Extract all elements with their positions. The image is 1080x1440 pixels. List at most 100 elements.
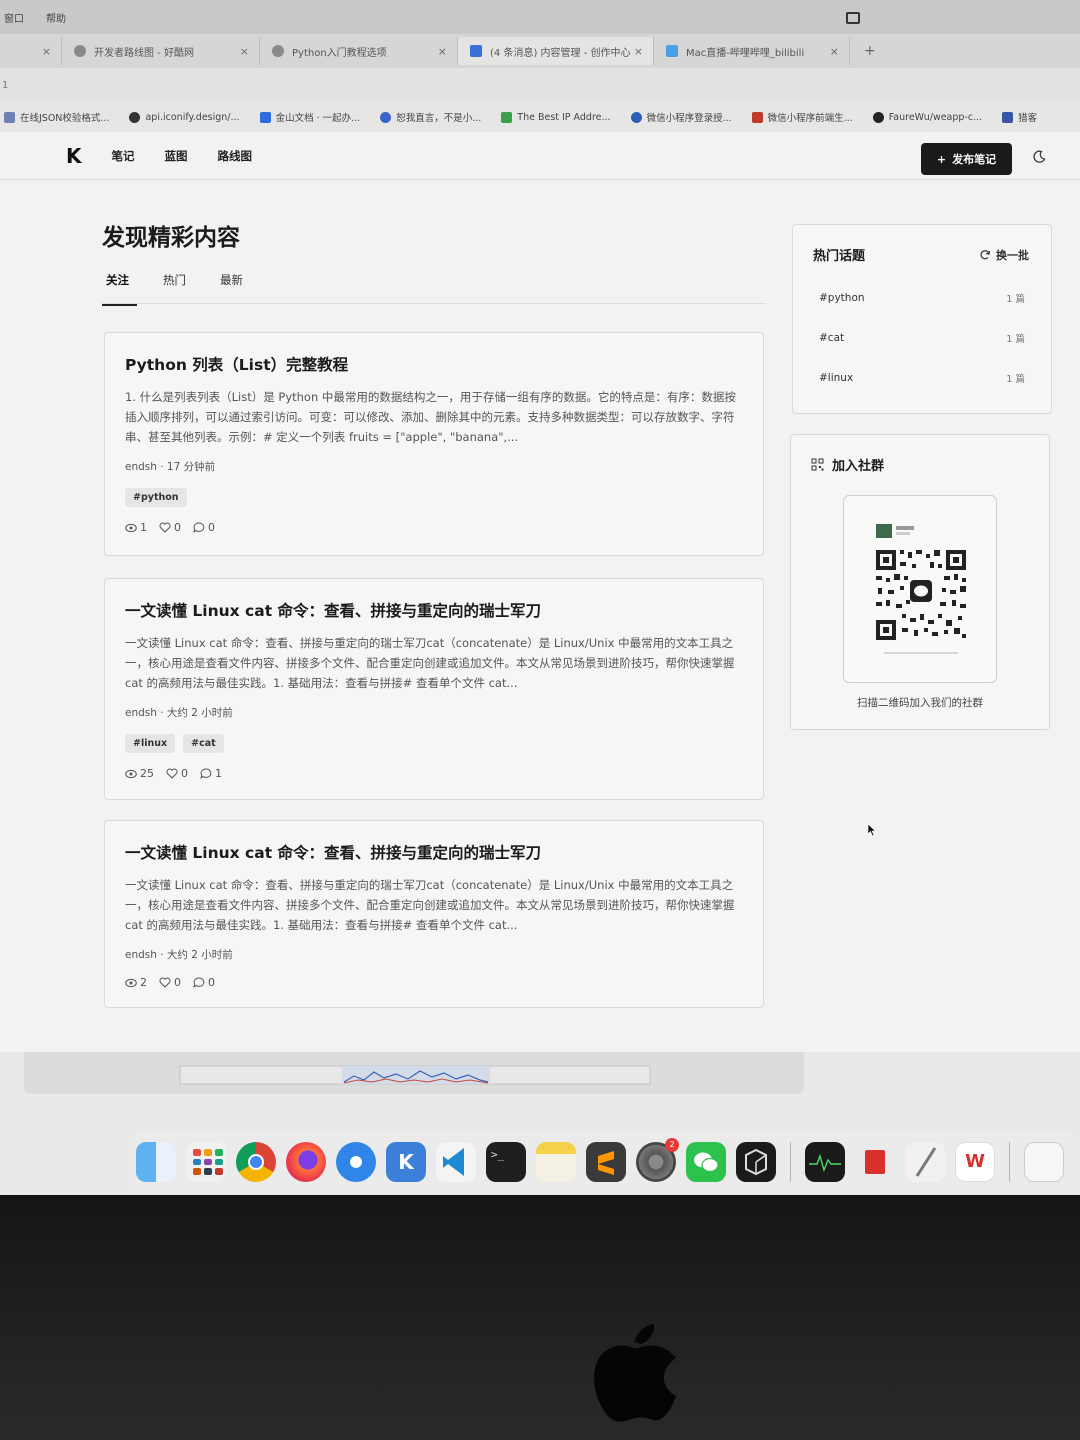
post-time: 大约 2 小时前 [166,707,233,719]
firefox-icon[interactable] [286,1142,326,1182]
wps-icon[interactable]: W [955,1142,995,1182]
post-card[interactable]: 一文读懂 Linux cat 命令：查看、拼接与重定向的瑞士军刀 一文读懂 Li… [104,820,764,1008]
tag-chip[interactable]: #python [125,488,187,507]
system-settings-icon[interactable]: 2 [636,1138,679,1182]
tab-bilibili[interactable]: Mac直播-哔哩哔哩_bilibili × [654,37,850,65]
topic-item[interactable]: #cat 1 篇 [793,318,1051,358]
comments-stat[interactable]: 1 [200,767,222,780]
post-author[interactable]: endsh [125,707,157,719]
tab-pinned[interactable]: × [0,37,62,65]
hot-topics-panel: 热门话题 换一批 #python 1 篇 #cat 1 篇 #linux 1 篇 [792,224,1052,414]
app-red-icon[interactable] [855,1142,895,1182]
tag-chip[interactable]: #cat [183,734,224,753]
tab-latest[interactable]: 最新 [220,272,243,304]
likes-stat[interactable]: 0 [159,976,181,989]
post-author[interactable]: endsh [125,949,157,961]
post-excerpt: 1. 什么是列表列表（List）是 Python 中最常用的数据结构之一，用于存… [125,390,736,444]
document-icon[interactable] [1024,1142,1064,1182]
heart-icon [166,768,178,779]
launchpad-icon[interactable] [186,1142,226,1182]
likes-stat[interactable]: 0 [166,767,188,780]
mouse-cursor-icon [867,823,877,837]
views-stat: 25 [125,767,154,780]
close-icon[interactable]: × [830,45,839,58]
menu-help[interactable]: 帮助 [46,10,66,25]
bookmark-icon [630,111,642,123]
bookmark-item[interactable]: 恕我直言，不是小... [380,110,481,124]
likes-count: 0 [174,976,181,989]
menu-window[interactable]: 窗口 [4,10,24,25]
topic-item[interactable]: #linux 1 篇 [793,358,1051,398]
nav-notes[interactable]: 笔记 [112,148,135,164]
bookmark-label: 微信小程序前端生... [767,113,853,124]
bookmark-item[interactable]: 微信小程序登录授... [630,110,732,124]
notification-badge: 2 [665,1138,679,1152]
new-tab-button[interactable]: + [864,43,876,59]
likes-stat[interactable]: 0 [159,521,181,534]
globe-icon [74,45,86,57]
bookmark-item[interactable]: 金山文档 · 一起办... [259,110,360,124]
terminal-icon[interactable]: >_ [486,1142,526,1182]
bookmark-label: 微信小程序登录授... [646,113,732,124]
post-title[interactable]: 一文读懂 Linux cat 命令：查看、拼接与重定向的瑞士军刀 [125,841,743,863]
post-stats: 1 0 0 [125,521,743,534]
publish-note-button[interactable]: + 发布笔记 [921,143,1012,175]
background-chart-thumbnail [179,1065,651,1085]
topic-item[interactable]: #python 1 篇 [793,278,1051,318]
tab-python[interactable]: Python入门教程选项 × [260,37,458,65]
post-title[interactable]: 一文读懂 Linux cat 命令：查看、拼接与重定向的瑞士军刀 [125,599,743,621]
close-icon[interactable]: × [42,45,51,58]
notes-icon[interactable] [536,1142,576,1182]
menubar-status-icon[interactable] [846,12,860,24]
close-icon[interactable]: × [438,45,447,58]
publish-label: 发布笔记 [952,153,997,166]
tab-following[interactable]: 关注 [102,272,137,306]
bookmark-item[interactable]: 在线JSON校验格式... [4,110,109,124]
textedit-icon[interactable] [905,1142,945,1182]
post-tags: #python [125,488,743,507]
cursor-app-icon[interactable] [736,1142,776,1182]
tab-csdn[interactable]: (4 条消息) 内容管理 - 创作中心 × [458,37,654,65]
moon-icon[interactable] [1032,150,1046,164]
bookmark-item[interactable]: api.iconify.design/... [129,111,240,123]
qr-code-image [876,524,966,654]
finder-icon[interactable] [136,1142,176,1182]
site-logo[interactable]: K [66,144,82,168]
nav-blueprint[interactable]: 蓝图 [165,148,188,164]
bookmark-item[interactable]: The Best IP Addre... [501,111,611,123]
wechat-icon[interactable] [686,1142,726,1182]
bookmark-icon [259,111,271,123]
vscode-icon[interactable] [436,1142,476,1182]
bookmark-item[interactable]: 微信小程序前端生... [751,110,853,124]
comments-stat[interactable]: 0 [193,976,215,989]
comments-count: 0 [208,976,215,989]
close-icon[interactable]: × [240,45,249,58]
bilibili-icon [666,45,678,57]
post-excerpt: 一文读懂 Linux cat 命令：查看、拼接与重定向的瑞士军刀cat（conc… [125,878,735,932]
browser-tabbar: × 开发者路线图 - 好酷网 × Python入门教程选项 × (4 条消息) … [0,34,1080,68]
tab-roadmap[interactable]: 开发者路线图 - 好酷网 × [62,37,260,65]
bookmark-icon [501,111,513,123]
refresh-topics-button[interactable]: 换一批 [979,247,1029,263]
tab-hot[interactable]: 热门 [163,272,186,304]
safari-icon[interactable] [336,1142,376,1182]
bookmark-item[interactable]: 猎客 [1002,110,1037,124]
comment-icon [193,522,205,533]
chrome-icon[interactable] [236,1142,276,1182]
activity-monitor-icon[interactable] [805,1142,845,1182]
k-app-icon[interactable]: K [386,1142,426,1182]
address-bar[interactable]: 1 [0,68,1080,102]
comments-stat[interactable]: 0 [193,521,215,534]
bookmark-item[interactable]: FaureWu/weapp-c... [872,111,982,123]
post-stats: 2 0 0 [125,976,743,989]
post-card[interactable]: Python 列表（List）完整教程 1. 什么是列表列表（List）是 Py… [104,332,764,556]
post-card[interactable]: 一文读懂 Linux cat 命令：查看、拼接与重定向的瑞士军刀 一文读懂 Li… [104,578,764,800]
topic-count: 1 篇 [1006,334,1025,345]
post-author[interactable]: endsh [125,461,157,473]
nav-roadmap[interactable]: 路线图 [218,148,253,164]
tag-chip[interactable]: #linux [125,734,176,753]
sublime-icon[interactable] [586,1142,626,1182]
post-title[interactable]: Python 列表（List）完整教程 [125,353,743,375]
close-icon[interactable]: × [634,45,643,58]
bookmark-icon [751,111,763,123]
